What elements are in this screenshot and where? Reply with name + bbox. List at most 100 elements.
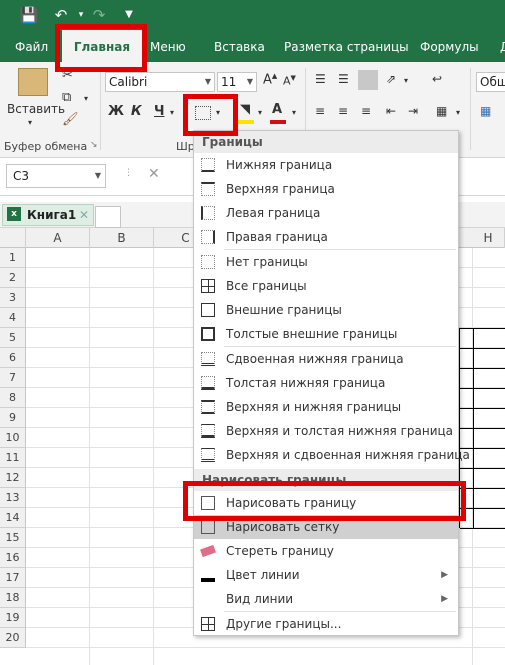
bold-button[interactable]: Ж (108, 104, 124, 119)
align-middle-icon[interactable]: ☰ (338, 72, 349, 86)
row-header[interactable]: 20 (0, 628, 26, 648)
row-header[interactable]: 15 (0, 528, 26, 548)
wrap-text-icon[interactable]: ↩ (432, 72, 442, 86)
menu-item-top-bottom-border[interactable]: Верхняя и нижняя границы (194, 395, 458, 419)
menu-item-line-style[interactable]: Вид линии ▶ (194, 587, 458, 611)
borders-icon[interactable] (195, 106, 211, 120)
format-painter-icon[interactable]: 🖌 (62, 112, 79, 127)
row-header[interactable]: 5 (0, 328, 26, 348)
borders-dropdown-icon[interactable]: ▾ (216, 108, 220, 117)
row-header[interactable]: 10 (0, 428, 26, 448)
cancel-icon[interactable]: ✕ (148, 166, 160, 182)
menu-item-no-border[interactable]: Нет границы (194, 250, 458, 274)
column-header[interactable]: H (472, 228, 505, 248)
tab-home[interactable]: Главная (62, 30, 142, 62)
menu-item-thick-bottom-border[interactable]: Толстая нижняя граница (194, 371, 458, 395)
menu-item-erase-border[interactable]: Стереть границу (194, 539, 458, 563)
clipboard-launcher-icon[interactable]: ↘ (90, 140, 98, 150)
row-header[interactable]: 7 (0, 368, 26, 388)
align-left-icon[interactable]: ≡ (315, 104, 325, 118)
number-format-value: Общ (480, 75, 505, 89)
underline-button[interactable]: Ч (154, 104, 165, 119)
fill-color-dropdown-icon[interactable]: ▾ (258, 108, 262, 117)
row-header[interactable]: 19 (0, 608, 26, 628)
menu-item-right-border[interactable]: Правая граница (194, 225, 458, 249)
menu-item-top-border[interactable]: Верхняя граница (194, 177, 458, 201)
menu-item-thick-outside-borders[interactable]: Толстые внешние границы (194, 322, 458, 346)
copy-icon[interactable]: ⧉ (62, 90, 71, 105)
increase-indent-icon[interactable]: ⇥ (408, 104, 418, 118)
cut-icon[interactable]: ✂ (62, 68, 73, 83)
paste-icon[interactable] (18, 68, 48, 96)
workbook-tab[interactable]: x Книга1 ✕ (2, 204, 94, 226)
align-top-icon[interactable]: ☰ (315, 72, 328, 86)
decrease-font-icon[interactable]: A▼ (283, 74, 296, 88)
copy-dropdown-icon[interactable]: ▾ (84, 94, 88, 103)
menu-item-double-bottom-border[interactable]: Сдвоенная нижняя граница (194, 347, 458, 371)
merge-dropdown-icon[interactable]: ▾ (456, 108, 460, 117)
row-header[interactable]: 14 (0, 508, 26, 528)
menu-item-top-thick-bottom-border[interactable]: Верхняя и толстая нижняя граница (194, 419, 458, 443)
font-color-button[interactable]: А (272, 102, 282, 117)
merge-cells-icon[interactable]: ▦ (436, 104, 447, 118)
orientation-icon[interactable]: ⇗ (386, 72, 396, 86)
tab-insert[interactable]: Вставка (214, 30, 265, 62)
save-icon[interactable]: 💾 (18, 4, 40, 26)
underline-dropdown-icon[interactable]: ▾ (170, 108, 174, 117)
italic-button[interactable]: К (131, 104, 142, 119)
currency-icon[interactable]: ▦ (480, 104, 491, 118)
column-header[interactable]: A (26, 228, 90, 248)
row-header[interactable]: 3 (0, 288, 26, 308)
menu-item-left-border[interactable]: Левая граница (194, 201, 458, 225)
row-header[interactable]: 4 (0, 308, 26, 328)
borders-menu: Границы Нижняя граница Верхняя граница Л… (193, 130, 470, 636)
font-family-select[interactable]: Calibri ▼ (105, 72, 215, 92)
tab-menu[interactable]: Меню (150, 30, 186, 62)
row-header[interactable]: 11 (0, 448, 26, 468)
row-header[interactable]: 13 (0, 488, 26, 508)
menu-item-label: Цвет линии (226, 568, 300, 582)
menu-item-more-borders[interactable]: Другие границы... (194, 612, 458, 636)
font-color-dropdown-icon[interactable]: ▾ (292, 108, 296, 117)
decrease-indent-icon[interactable]: ⇤ (386, 104, 396, 118)
row-header[interactable]: 16 (0, 548, 26, 568)
name-box[interactable]: C3 ▼ (6, 164, 106, 188)
align-center-icon[interactable]: ≡ (338, 104, 348, 118)
tab-file[interactable]: Файл (15, 30, 48, 62)
number-format-select[interactable]: Общ (476, 72, 505, 92)
menu-item-all-borders[interactable]: Все границы (194, 274, 458, 298)
paste-button[interactable]: Вставить (7, 102, 65, 116)
undo-icon[interactable]: ↶ (50, 4, 72, 26)
menu-item-outside-borders[interactable]: Внешние границы (194, 298, 458, 322)
tab-data-partial[interactable]: Д (500, 30, 505, 62)
row-header[interactable]: 1 (0, 248, 26, 268)
top-double-bottom-border-icon (201, 448, 215, 462)
row-header[interactable]: 6 (0, 348, 26, 368)
customize-toolbar-icon[interactable]: ▼ (118, 4, 140, 26)
font-size-select[interactable]: 11 ▼ (217, 72, 257, 92)
tab-formulas[interactable]: Формулы (420, 30, 479, 62)
row-header[interactable]: 17 (0, 568, 26, 588)
row-header[interactable]: 12 (0, 468, 26, 488)
row-header[interactable]: 8 (0, 388, 26, 408)
row-header[interactable]: 2 (0, 268, 26, 288)
align-right-icon[interactable]: ≡ (361, 104, 371, 118)
new-workbook-tab[interactable] (95, 206, 121, 228)
paste-dropdown-icon[interactable]: ▾ (28, 118, 32, 127)
orientation-dropdown-icon[interactable]: ▾ (404, 76, 408, 85)
menu-item-top-double-bottom-border[interactable]: Верхняя и сдвоенная нижняя граница (194, 443, 470, 467)
row-header[interactable]: 18 (0, 588, 26, 608)
close-icon[interactable]: ✕ (79, 205, 89, 225)
column-header[interactable]: B (90, 228, 154, 248)
align-bottom-icon[interactable] (358, 70, 378, 90)
fill-color-icon[interactable]: ◥ (240, 102, 250, 117)
select-all-corner[interactable] (0, 228, 26, 248)
menu-item-draw-border[interactable]: Нарисовать границу (194, 491, 458, 515)
row-header[interactable]: 9 (0, 408, 26, 428)
increase-font-icon[interactable]: A▲ (263, 72, 277, 87)
redo-icon[interactable]: ↷ (88, 4, 110, 26)
menu-item-bottom-border[interactable]: Нижняя граница (194, 153, 458, 177)
menu-item-draw-grid[interactable]: Нарисовать сетку (194, 515, 458, 539)
menu-item-line-color[interactable]: Цвет линии ▶ (194, 563, 458, 587)
tab-page-layout[interactable]: Разметка страницы (284, 30, 409, 62)
